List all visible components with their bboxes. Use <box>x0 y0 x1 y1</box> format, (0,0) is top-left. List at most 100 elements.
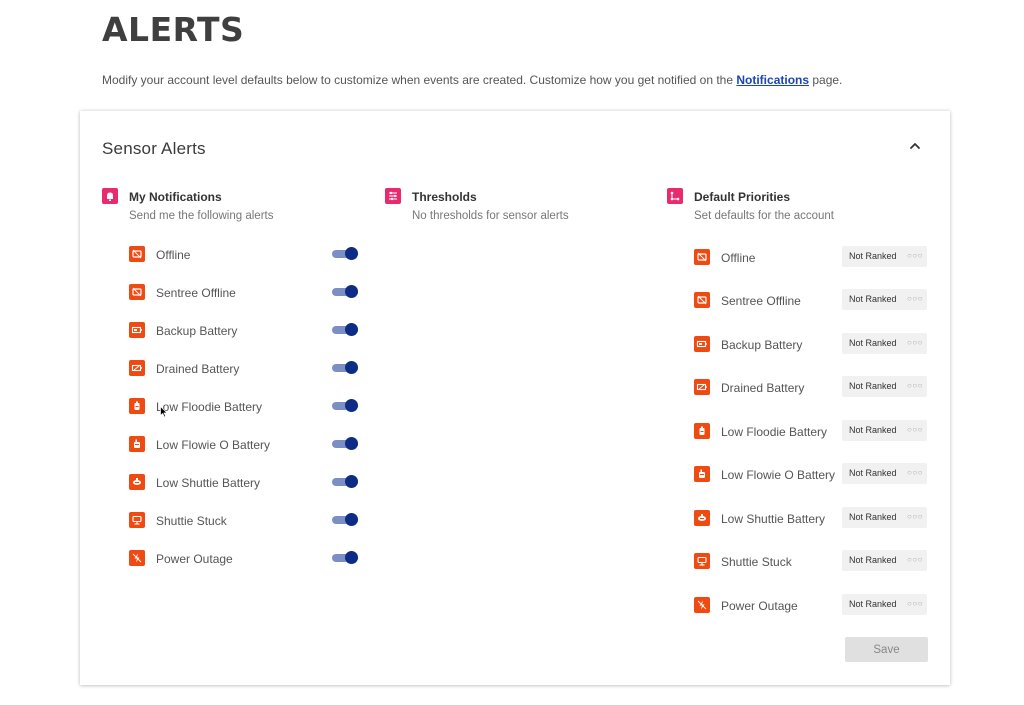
notification-label-offline: Offline <box>156 248 191 262</box>
rank-dots-icon: ○○○ <box>907 294 923 303</box>
floodie-icon <box>129 398 145 414</box>
priority-icon <box>667 188 683 204</box>
toggle-sentree-offline[interactable] <box>332 285 358 298</box>
notification-label-backup-battery: Backup Battery <box>156 324 238 338</box>
sentree-offline-icon <box>694 292 710 308</box>
rank-value: Not Ranked <box>849 425 897 435</box>
offline-icon <box>694 249 710 265</box>
toggle-knob <box>345 551 358 564</box>
toggle-low-floodie-battery[interactable] <box>332 399 358 412</box>
sensor-alerts-card: Sensor Alerts My Notifications Send me t… <box>80 111 950 685</box>
rank-value: Not Ranked <box>849 512 897 522</box>
rank-value: Not Ranked <box>849 381 897 391</box>
save-button[interactable]: Save <box>845 637 928 662</box>
priority-select-offline[interactable]: Not Ranked ○○○ <box>842 246 927 267</box>
floodie-icon <box>694 423 710 439</box>
notifications-link[interactable]: Notifications <box>736 73 809 87</box>
chevron-up-icon[interactable] <box>906 137 924 155</box>
default-priorities-subtitle: Set defaults for the account <box>694 210 835 222</box>
flowie-icon <box>129 436 145 452</box>
notification-label-sentree-offline: Sentree Offline <box>156 286 236 300</box>
offline-icon <box>129 246 145 262</box>
priority-label-shuttie-stuck: Shuttie Stuck <box>721 555 792 569</box>
notification-label-shuttie-stuck: Shuttie Stuck <box>156 514 227 528</box>
shuttie-stuck-icon <box>694 553 710 569</box>
rank-dots-icon: ○○○ <box>907 251 923 260</box>
intro-text: Modify your account level defaults below… <box>102 73 842 87</box>
toggle-knob <box>345 285 358 298</box>
backup-battery-icon <box>129 322 145 338</box>
notification-label-low-shuttie-battery: Low Shuttie Battery <box>156 476 261 490</box>
toggle-knob <box>345 399 358 412</box>
my-notifications-subtitle: Send me the following alerts <box>129 210 274 222</box>
toggle-low-flowie-o-battery[interactable] <box>332 437 358 450</box>
priority-label-backup-battery: Backup Battery <box>721 338 803 352</box>
priority-select-low-floodie-battery[interactable]: Not Ranked ○○○ <box>842 420 927 441</box>
priority-label-low-floodie-battery: Low Floodie Battery <box>721 425 828 439</box>
priority-select-low-shuttie-battery[interactable]: Not Ranked ○○○ <box>842 507 927 528</box>
rank-dots-icon: ○○○ <box>907 468 923 477</box>
my-notifications-title: My Notifications <box>129 190 222 204</box>
default-priorities-title: Default Priorities <box>694 190 791 204</box>
power-outage-icon <box>129 550 145 566</box>
priority-label-offline: Offline <box>721 251 756 265</box>
priority-label-sentree-offline: Sentree Offline <box>721 294 801 308</box>
notification-label-power-outage: Power Outage <box>156 552 233 566</box>
toggle-backup-battery[interactable] <box>332 323 358 336</box>
thresholds-subtitle: No thresholds for sensor alerts <box>412 210 569 222</box>
toggle-knob <box>345 437 358 450</box>
priority-label-low-flowie-o-battery: Low Flowie O Battery <box>721 468 836 482</box>
notification-label-low-flowie-o-battery: Low Flowie O Battery <box>156 438 271 452</box>
backup-battery-icon <box>694 336 710 352</box>
shuttie-stuck-icon <box>129 512 145 528</box>
sentree-offline-icon <box>129 284 145 300</box>
intro-text-suffix: page. <box>809 73 843 87</box>
toggle-offline[interactable] <box>332 247 358 260</box>
toggle-power-outage[interactable] <box>332 551 358 564</box>
rank-value: Not Ranked <box>849 251 897 261</box>
priority-select-drained-battery[interactable]: Not Ranked ○○○ <box>842 376 927 397</box>
shuttie-icon <box>129 474 145 490</box>
rank-value: Not Ranked <box>849 555 897 565</box>
rank-value: Not Ranked <box>849 599 897 609</box>
flowie-icon <box>694 466 710 482</box>
toggle-shuttie-stuck[interactable] <box>332 513 358 526</box>
rank-dots-icon: ○○○ <box>907 338 923 347</box>
power-outage-icon <box>694 597 710 613</box>
toggle-knob <box>345 323 358 336</box>
toggle-knob <box>345 475 358 488</box>
priority-label-drained-battery: Drained Battery <box>721 381 805 395</box>
rank-dots-icon: ○○○ <box>907 512 923 521</box>
rank-value: Not Ranked <box>849 294 897 304</box>
card-title: Sensor Alerts <box>102 139 206 158</box>
rank-dots-icon: ○○○ <box>907 555 923 564</box>
bell-icon <box>102 188 118 204</box>
priority-select-backup-battery[interactable]: Not Ranked ○○○ <box>842 333 927 354</box>
toggle-knob <box>345 247 358 260</box>
intro-text-main: Modify your account level defaults below… <box>102 73 737 87</box>
thresholds-title: Thresholds <box>412 190 477 204</box>
rank-dots-icon: ○○○ <box>907 599 923 608</box>
rank-dots-icon: ○○○ <box>907 381 923 390</box>
toggle-knob <box>345 361 358 374</box>
priority-select-sentree-offline[interactable]: Not Ranked ○○○ <box>842 289 927 310</box>
priority-select-power-outage[interactable]: Not Ranked ○○○ <box>842 594 927 615</box>
drained-battery-icon <box>129 360 145 376</box>
notification-label-drained-battery: Drained Battery <box>156 362 240 376</box>
page-title: ALERTS <box>102 10 245 49</box>
priority-select-low-flowie-o-battery[interactable]: Not Ranked ○○○ <box>842 463 927 484</box>
notification-label-low-floodie-battery: Low Floodie Battery <box>156 400 263 414</box>
toggle-knob <box>345 513 358 526</box>
rank-value: Not Ranked <box>849 338 897 348</box>
mouse-cursor-icon <box>160 405 168 418</box>
sliders-icon <box>385 188 401 204</box>
toggle-low-shuttie-battery[interactable] <box>332 475 358 488</box>
shuttie-icon <box>694 510 710 526</box>
drained-battery-icon <box>694 379 710 395</box>
rank-dots-icon: ○○○ <box>907 425 923 434</box>
rank-value: Not Ranked <box>849 468 897 478</box>
toggle-drained-battery[interactable] <box>332 361 358 374</box>
priority-label-power-outage: Power Outage <box>721 599 798 613</box>
priority-select-shuttie-stuck[interactable]: Not Ranked ○○○ <box>842 550 927 571</box>
priority-label-low-shuttie-battery: Low Shuttie Battery <box>721 512 826 526</box>
